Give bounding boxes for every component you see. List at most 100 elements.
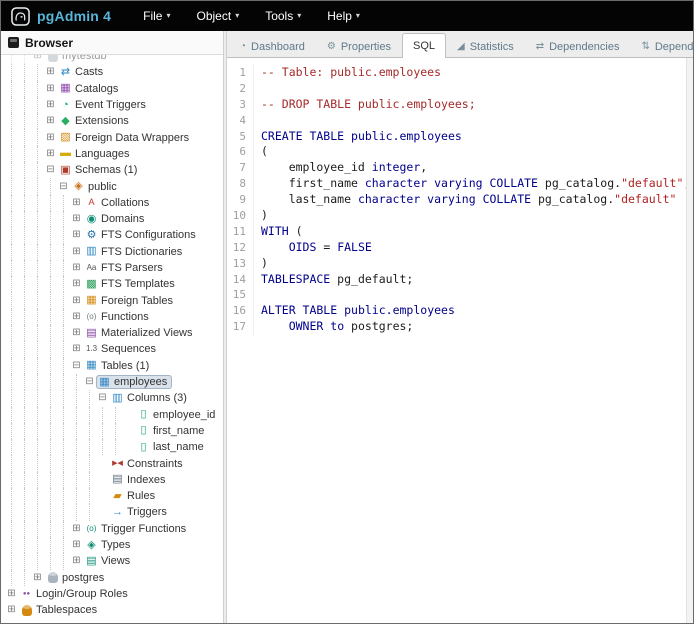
tree-item-first-name[interactable]: ▯first_name — [5, 423, 223, 439]
tree-node-first-name[interactable]: ▯first_name — [135, 424, 208, 438]
tab-sql[interactable]: SQL — [402, 33, 446, 58]
expand-icon[interactable]: ⊞ — [44, 116, 57, 126]
tree-node-fts-configurations[interactable]: ⚙FTS Configurations — [83, 228, 200, 242]
tree-node-employee-id[interactable]: ▯employee_id — [135, 408, 219, 422]
tree-item-catalogs[interactable]: ⊞▦Catalogs — [5, 81, 223, 97]
tree-node-trigger-functions[interactable]: (o)Trigger Functions — [83, 522, 190, 536]
collapse-icon[interactable]: ⊟ — [57, 182, 70, 192]
tree-item-indexes[interactable]: ▤Indexes — [5, 472, 223, 488]
tree-node-triggers[interactable]: →Triggers — [109, 505, 171, 519]
expand-icon[interactable]: ⊞ — [70, 247, 83, 257]
tree-node-login-group-roles[interactable]: ●●Login/Group Roles — [18, 587, 132, 601]
tree-item-constraints[interactable]: ▶◀Constraints — [5, 455, 223, 471]
tree-node-fts-parsers[interactable]: AaFTS Parsers — [83, 261, 167, 275]
tree-item-employees[interactable]: ⊟▦employees — [5, 374, 223, 390]
expand-icon[interactable]: ⊞ — [70, 328, 83, 338]
tree-node-functions[interactable]: (o)Functions — [83, 310, 153, 324]
menu-file[interactable]: File▾ — [143, 9, 170, 23]
tree-node-fts-templates[interactable]: ▩FTS Templates — [83, 277, 179, 291]
tree-item-columns-3[interactable]: ⊟▥Columns (3) — [5, 390, 223, 406]
tree-node-schemas-1[interactable]: ▣Schemas (1) — [57, 163, 141, 177]
tree-item-rules[interactable]: ▰Rules — [5, 488, 223, 504]
tree-node-columns-3[interactable]: ▥Columns (3) — [109, 391, 191, 405]
expand-icon[interactable]: ⊞ — [44, 149, 57, 159]
tree-item-trigger-functions[interactable]: ⊞(o)Trigger Functions — [5, 521, 223, 537]
expand-icon[interactable]: ⊞ — [31, 573, 44, 583]
tree-node-postgres[interactable]: postgres — [44, 571, 108, 585]
tree-item-sequences[interactable]: ⊞1.3Sequences — [5, 341, 223, 357]
tree-node-types[interactable]: ◈Types — [83, 538, 134, 552]
menu-tools[interactable]: Tools▾ — [265, 9, 301, 23]
tree-node-sequences[interactable]: 1.3Sequences — [83, 342, 160, 356]
tree-item-materialized-views[interactable]: ⊞▤Materialized Views — [5, 325, 223, 341]
expand-icon[interactable]: ⊞ — [70, 540, 83, 550]
tree-item-public[interactable]: ⊟◈public — [5, 178, 223, 194]
tree-node-last-name[interactable]: ▯last_name — [135, 440, 208, 454]
expand-icon[interactable]: ⊞ — [5, 605, 18, 615]
tree-item-tablespaces[interactable]: ⊞Tablespaces — [5, 602, 223, 618]
tab-dependencies[interactable]: ⇄Dependencies — [525, 35, 631, 57]
tree-node-tablespaces[interactable]: Tablespaces — [18, 603, 101, 617]
tree-node-event-triggers[interactable]: ◔Event Triggers — [57, 98, 150, 112]
tree-item-extensions[interactable]: ⊞◆Extensions — [5, 113, 223, 129]
tree-node-foreign-data-wrappers[interactable]: ▧Foreign Data Wrappers — [57, 131, 193, 145]
tree-item-last-name[interactable]: ▯last_name — [5, 439, 223, 455]
tree-item-postgres[interactable]: ⊞postgres — [5, 570, 223, 586]
expand-icon[interactable]: ⊞ — [70, 198, 83, 208]
tree-node-public[interactable]: ◈public — [70, 180, 121, 194]
tree-item-fts-parsers[interactable]: ⊞AaFTS Parsers — [5, 260, 223, 276]
collapse-icon[interactable]: ⊟ — [83, 377, 96, 387]
expand-icon[interactable]: ⊞ — [70, 263, 83, 273]
tree-node-fts-dictionaries[interactable]: ▥FTS Dictionaries — [83, 245, 186, 259]
expand-icon[interactable]: ⊞ — [70, 296, 83, 306]
tab-properties[interactable]: ⚙Properties — [316, 35, 402, 57]
expand-icon[interactable]: ⊞ — [5, 589, 18, 599]
tree-item-foreign-data-wrappers[interactable]: ⊞▧Foreign Data Wrappers — [5, 129, 223, 145]
tree-item-domains[interactable]: ⊞◉Domains — [5, 211, 223, 227]
tree-item-languages[interactable]: ⊞▬Languages — [5, 146, 223, 162]
tab-dashboard[interactable]: ◔Dashboard — [229, 35, 316, 57]
tree-node-extensions[interactable]: ◆Extensions — [57, 114, 133, 128]
expand-icon[interactable]: ⊞ — [70, 524, 83, 534]
expand-icon[interactable]: ⊞ — [70, 279, 83, 289]
expand-icon[interactable]: ⊞ — [31, 55, 44, 61]
tree-node-constraints[interactable]: ▶◀Constraints — [109, 457, 187, 471]
tree-node-foreign-tables[interactable]: ▦Foreign Tables — [83, 294, 177, 308]
tree-item-mytestdb[interactable]: ⊞mytestdb — [5, 55, 223, 64]
tree-node-languages[interactable]: ▬Languages — [57, 147, 133, 161]
expand-icon[interactable]: ⊞ — [44, 84, 57, 94]
expand-icon[interactable]: ⊞ — [70, 344, 83, 354]
tree-item-fts-dictionaries[interactable]: ⊞▥FTS Dictionaries — [5, 244, 223, 260]
vertical-scrollbar[interactable] — [686, 58, 693, 623]
menu-help[interactable]: Help▾ — [327, 9, 360, 23]
tree-item-foreign-tables[interactable]: ⊞▦Foreign Tables — [5, 292, 223, 308]
tree-node-mytestdb[interactable]: mytestdb — [44, 55, 111, 63]
tree-node-views[interactable]: ▤Views — [83, 554, 134, 568]
collapse-icon[interactable]: ⊟ — [70, 361, 83, 371]
sql-editor[interactable]: 1-- Table: public.employees23-- DROP TAB… — [227, 58, 693, 623]
expand-icon[interactable]: ⊞ — [44, 100, 57, 110]
tree-item-views[interactable]: ⊞▤Views — [5, 553, 223, 569]
tree-item-triggers[interactable]: →Triggers — [5, 504, 223, 520]
tree-node-catalogs[interactable]: ▦Catalogs — [57, 82, 122, 96]
tree-item-types[interactable]: ⊞◈Types — [5, 537, 223, 553]
expand-icon[interactable]: ⊞ — [70, 230, 83, 240]
tree-item-fts-templates[interactable]: ⊞▩FTS Templates — [5, 276, 223, 292]
tree-item-event-triggers[interactable]: ⊞◔Event Triggers — [5, 97, 223, 113]
tab-dependents[interactable]: ⇅Dependents — [630, 35, 694, 57]
collapse-icon[interactable]: ⊟ — [96, 393, 109, 403]
tree-item-login-group-roles[interactable]: ⊞●●Login/Group Roles — [5, 586, 223, 602]
tree-node-rules[interactable]: ▰Rules — [109, 489, 159, 503]
expand-icon[interactable]: ⊞ — [70, 312, 83, 322]
tree-item-collations[interactable]: ⊞ACollations — [5, 195, 223, 211]
tree-item-functions[interactable]: ⊞(o)Functions — [5, 309, 223, 325]
tree-item-casts[interactable]: ⊞⇄Casts — [5, 64, 223, 80]
tab-statistics[interactable]: ◢Statistics — [446, 35, 525, 57]
collapse-icon[interactable]: ⊟ — [44, 165, 57, 175]
tree-item-schemas-1[interactable]: ⊟▣Schemas (1) — [5, 162, 223, 178]
tree-node-collations[interactable]: ACollations — [83, 196, 153, 210]
menu-object[interactable]: Object▾ — [197, 9, 240, 23]
tree-item-employee-id[interactable]: ▯employee_id — [5, 407, 223, 423]
tree-node-domains[interactable]: ◉Domains — [83, 212, 148, 226]
tree-node-materialized-views[interactable]: ▤Materialized Views — [83, 326, 197, 340]
